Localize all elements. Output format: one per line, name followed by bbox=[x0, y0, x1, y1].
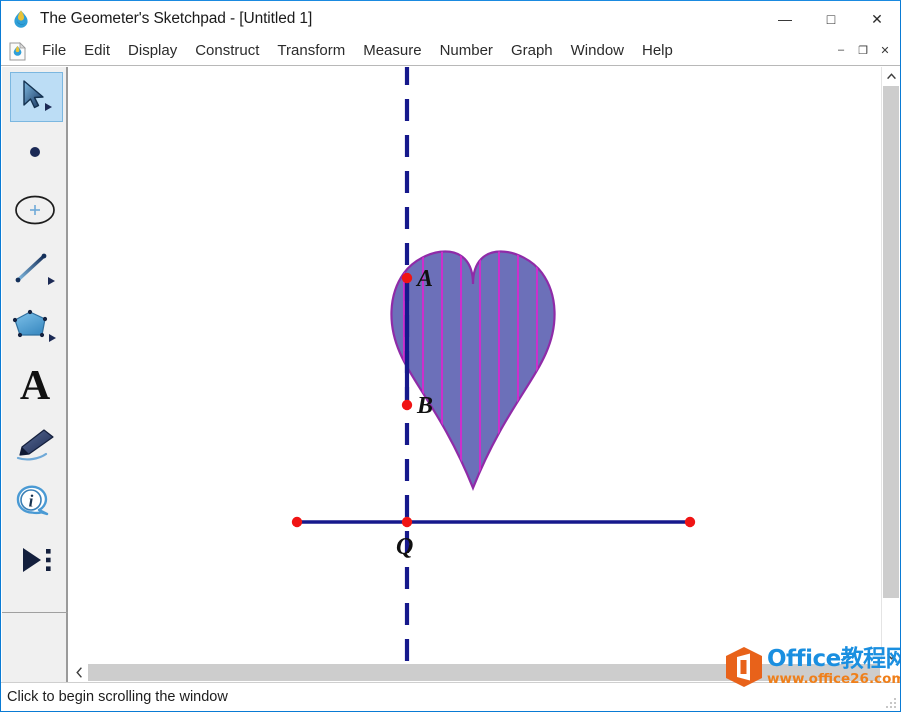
point-tool[interactable] bbox=[2, 125, 68, 183]
point-q[interactable] bbox=[401, 516, 413, 528]
point-a[interactable] bbox=[401, 272, 413, 284]
circle-plus-icon bbox=[14, 194, 56, 231]
menu-item-file[interactable]: File bbox=[33, 40, 75, 62]
heart-fill bbox=[390, 250, 556, 491]
label-q[interactable]: Q bbox=[396, 534, 413, 560]
menu-item-measure[interactable]: Measure bbox=[354, 40, 430, 62]
menu-item-construct[interactable]: Construct bbox=[186, 40, 268, 62]
marker-tool[interactable] bbox=[2, 415, 68, 473]
sketch-drawing[interactable]: A B Q bbox=[70, 67, 882, 665]
point-b[interactable] bbox=[401, 399, 413, 411]
point-dot-icon bbox=[24, 141, 46, 168]
mdi-minimize-button[interactable]: – bbox=[830, 40, 852, 60]
menu-item-transform[interactable]: Transform bbox=[268, 40, 354, 62]
heart-figure[interactable] bbox=[366, 237, 575, 497]
scroll-up-arrow[interactable] bbox=[882, 67, 900, 85]
point-segment-left[interactable] bbox=[291, 516, 303, 528]
information-tool[interactable]: i bbox=[2, 473, 68, 531]
compass-tool[interactable] bbox=[2, 183, 68, 241]
vertical-scroll-thumb[interactable] bbox=[883, 86, 899, 598]
droplet-icon bbox=[11, 9, 31, 29]
menu-item-window[interactable]: Window bbox=[562, 40, 633, 62]
label-a[interactable]: A bbox=[415, 266, 433, 292]
horizontal-scrollbar[interactable] bbox=[70, 663, 882, 682]
arrow-select-tool[interactable] bbox=[2, 67, 68, 125]
scroll-left-arrow[interactable] bbox=[70, 663, 88, 682]
menu-item-graph[interactable]: Graph bbox=[502, 40, 562, 62]
status-bar: Click to begin scrolling the window bbox=[1, 682, 900, 711]
menu-item-edit[interactable]: Edit bbox=[75, 40, 119, 62]
application-window: The Geometer's Sketchpad - [Untitled 1] … bbox=[0, 0, 901, 712]
scrollbar-corner bbox=[2, 663, 68, 682]
letter-a-icon: A bbox=[19, 363, 51, 409]
title-bar: The Geometer's Sketchpad - [Untitled 1] … bbox=[1, 1, 900, 37]
toolbar-divider bbox=[2, 612, 68, 613]
maximize-button[interactable]: □ bbox=[808, 1, 854, 37]
status-message: Click to begin scrolling the window bbox=[7, 689, 228, 705]
mdi-window-controls: – ❐ ✕ bbox=[830, 40, 896, 60]
mdi-close-button[interactable]: ✕ bbox=[874, 40, 896, 60]
menu-item-number[interactable]: Number bbox=[431, 40, 502, 62]
straightedge-tool[interactable] bbox=[2, 241, 68, 299]
vertical-scrollbar[interactable] bbox=[881, 67, 900, 665]
close-button[interactable]: ✕ bbox=[854, 1, 900, 37]
menu-bar: File Edit Display Construct Transform Me… bbox=[1, 37, 900, 66]
polygon-tool[interactable] bbox=[2, 299, 68, 357]
menu-item-help[interactable]: Help bbox=[633, 40, 682, 62]
custom-tool[interactable] bbox=[2, 531, 68, 589]
scroll-down-arrow[interactable] bbox=[882, 647, 900, 665]
minimize-button[interactable]: — bbox=[762, 1, 808, 37]
menu-item-display[interactable]: Display bbox=[119, 40, 186, 62]
sketch-canvas[interactable]: A B Q bbox=[70, 67, 882, 665]
label-b[interactable]: B bbox=[416, 393, 433, 419]
tool-palette: A i bbox=[2, 67, 68, 678]
svg-text:i: i bbox=[29, 492, 34, 511]
window-title: The Geometer's Sketchpad - [Untitled 1] bbox=[40, 10, 313, 27]
text-tool[interactable]: A bbox=[2, 357, 68, 415]
document-icon bbox=[9, 41, 26, 61]
point-segment-right[interactable] bbox=[684, 516, 696, 528]
resize-grip[interactable] bbox=[885, 696, 897, 708]
horizontal-scroll-thumb[interactable] bbox=[88, 664, 880, 681]
window-controls: — □ ✕ bbox=[762, 1, 900, 37]
mdi-restore-button[interactable]: ❐ bbox=[852, 40, 874, 60]
